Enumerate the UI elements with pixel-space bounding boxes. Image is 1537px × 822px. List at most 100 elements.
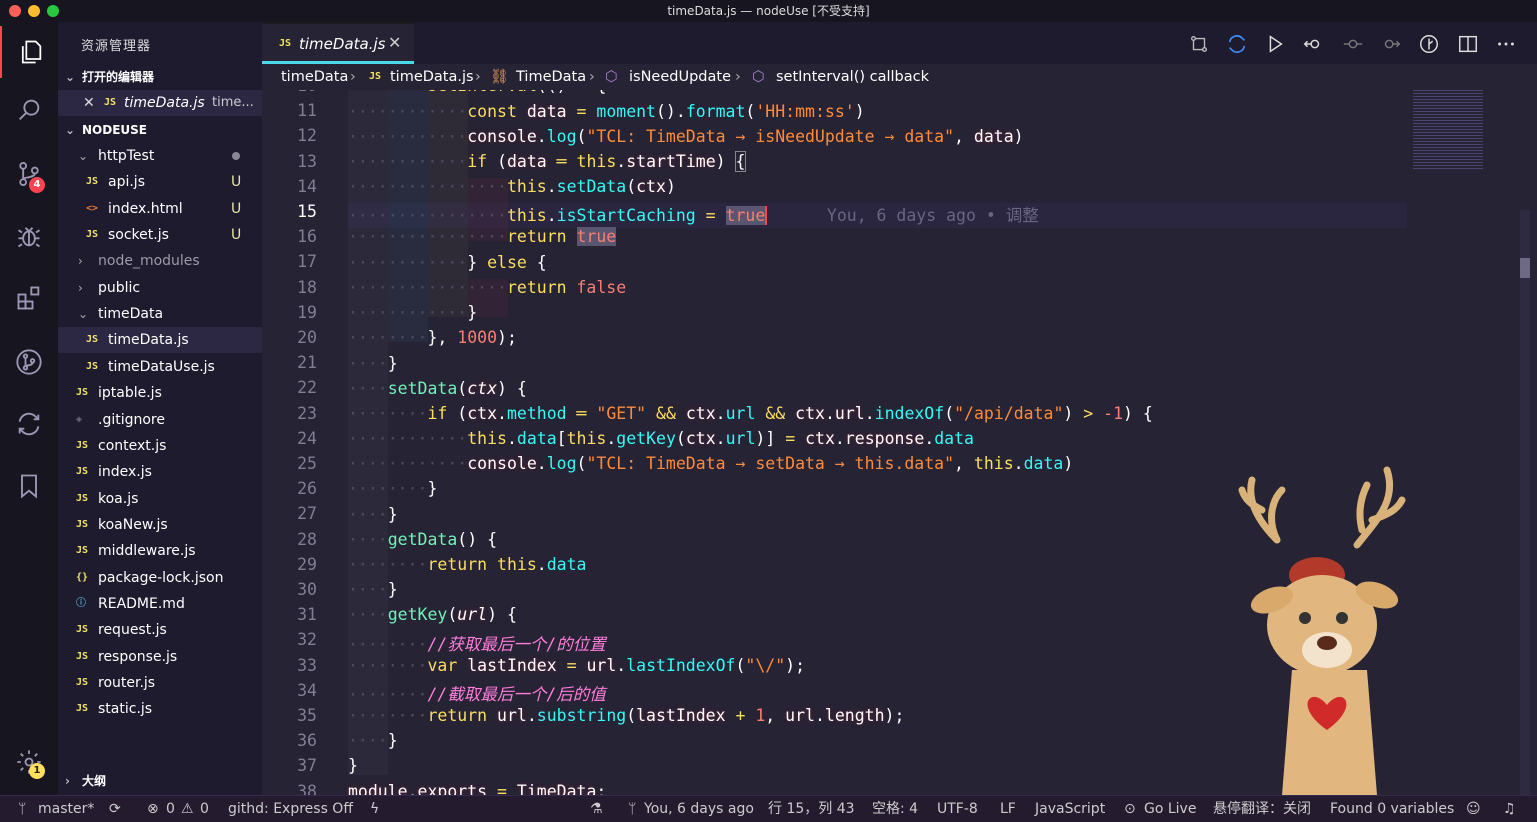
encoding[interactable]: UTF-8 (937, 796, 978, 822)
scrollbar-thumb[interactable] (1520, 258, 1530, 278)
status-bar: ᛘ master* ⟳ ⊗ 0 ⚠ 0 githd: Express Off ϟ… (0, 795, 1537, 822)
split-editor-icon[interactable] (1457, 33, 1479, 55)
sync-icon[interactable] (1226, 33, 1248, 55)
folder-item[interactable]: ⌄ timeData (58, 301, 262, 327)
notifications-bell-icon[interactable]: ♫ (1503, 796, 1516, 822)
code-line: ········//截取最后一个/后的值 (348, 685, 606, 704)
search-icon[interactable] (0, 84, 58, 136)
code-line: ····getData() { (348, 530, 498, 549)
open-editors-section[interactable]: ⌄ 打开的编辑器 (58, 64, 262, 90)
file-item[interactable]: JS koaNew.js (58, 512, 262, 538)
line-number: 21 (297, 353, 317, 372)
previous-change-icon[interactable] (1342, 33, 1364, 55)
git-graph-icon[interactable] (0, 336, 58, 388)
line-number: 20 (297, 328, 317, 347)
close-tab-icon[interactable]: ✕ (388, 33, 401, 52)
code-line: ····setData(ctx) { (348, 379, 527, 398)
sync-changes-icon[interactable]: ⟳ (109, 796, 121, 822)
feedback-smiley-icon[interactable]: ☺ (1466, 796, 1481, 822)
file-item[interactable]: JS router.js (58, 670, 262, 696)
indentation[interactable]: 空格: 4 (872, 796, 918, 822)
line-number: 24 (297, 429, 317, 448)
go-back-icon[interactable] (1302, 33, 1324, 55)
file-item[interactable]: JS timeDataUse.js (58, 354, 262, 380)
file-item[interactable]: JS socket.js U (58, 222, 262, 248)
close-editor-icon[interactable]: ✕ (83, 90, 95, 116)
compare-changes-icon[interactable] (1188, 33, 1210, 55)
code-line: ····} (348, 731, 398, 750)
cursor-position[interactable]: 行 15，列 43 (768, 796, 855, 822)
file-item[interactable]: JS iptable.js (58, 380, 262, 406)
file-item[interactable]: JS timeData.js (58, 327, 262, 353)
githd-status[interactable]: githd: Express Off (228, 796, 353, 822)
end-of-line[interactable]: LF (1000, 796, 1016, 822)
settings-gear-icon[interactable]: 1 (0, 736, 58, 788)
breadcrumb-callback[interactable]: setInterval() callback (776, 64, 929, 90)
breadcrumb-class[interactable]: TimeData (516, 64, 586, 90)
file-item[interactable]: JS api.js U (58, 169, 262, 195)
go-forward-icon[interactable] (1380, 33, 1402, 55)
open-editor-item[interactable]: ✕ JS timeData.js time... (58, 90, 262, 116)
lightning-icon[interactable]: ϟ (370, 796, 379, 822)
file-item[interactable]: JS koa.js (58, 486, 262, 512)
go-live-button[interactable]: Go Live (1144, 796, 1196, 822)
breadcrumb-folder[interactable]: timeData (281, 64, 348, 90)
timeline-icon[interactable] (1418, 33, 1440, 55)
file-item[interactable]: JS context.js (58, 433, 262, 459)
code-line: ········setInterval(() → { (348, 90, 606, 95)
folder-item[interactable]: ⌄ httpTest (58, 143, 262, 169)
chevron-right-icon: › (589, 69, 595, 85)
class-icon: ⛓ (490, 69, 509, 85)
source-control-icon[interactable]: 4 (0, 148, 58, 200)
more-actions-icon[interactable] (1495, 33, 1517, 55)
bookmark-icon[interactable] (0, 460, 58, 512)
workspace-section[interactable]: ⌄ NODEUSE (58, 117, 262, 143)
js-file-icon: JS (86, 361, 99, 372)
file-item[interactable]: <> index.html U (58, 196, 262, 222)
git-branch-icon: ᛘ (18, 801, 27, 817)
code-editor[interactable]: 10 11 12 13 14 15 16 17 18 19 20 21 22 23 24 25 26 27 28 29… (262, 90, 1407, 795)
branch-indicator[interactable]: master* (38, 796, 94, 822)
live-share-icon[interactable]: ⚗ (590, 796, 603, 822)
warning-count[interactable]: 0 (200, 796, 209, 822)
minimize-window-button[interactable] (28, 5, 40, 17)
file-item[interactable]: JS static.js (58, 696, 262, 722)
js-file-icon: JS (76, 677, 89, 688)
file-item[interactable]: ◈ .gitignore (58, 407, 262, 433)
line-number: 32 (297, 630, 317, 649)
explorer-icon[interactable] (0, 26, 60, 78)
tab-timedata-js[interactable]: JS timeData.js ✕ (262, 22, 414, 64)
maximize-window-button[interactable] (47, 5, 59, 17)
js-file-icon: JS (369, 71, 382, 82)
variables-status[interactable]: Found 0 variables (1330, 796, 1454, 822)
folder-item[interactable]: › node_modules (58, 248, 262, 274)
breadcrumb-file[interactable]: timeData.js (390, 64, 474, 90)
error-count[interactable]: 0 (166, 796, 175, 822)
file-item[interactable]: JS response.js (58, 644, 262, 670)
js-file-icon: JS (86, 176, 99, 187)
file-item[interactable]: JS request.js (58, 617, 262, 643)
run-icon[interactable] (1264, 33, 1286, 55)
breadcrumb-method[interactable]: isNeedUpdate (629, 64, 731, 90)
folder-item[interactable]: › public (58, 275, 262, 301)
js-file-icon: JS (76, 519, 89, 530)
code-line: ········return url.substring(lastIndex +… (348, 706, 905, 725)
outline-section[interactable]: › 大纲 (58, 768, 262, 794)
file-item[interactable]: JS index.js (58, 459, 262, 485)
js-file-icon: JS (76, 651, 89, 662)
scrollbar-track[interactable] (1520, 210, 1530, 795)
extensions-icon[interactable] (0, 272, 58, 324)
debug-icon[interactable] (0, 210, 58, 262)
language-mode[interactable]: JavaScript (1035, 796, 1105, 822)
minimap[interactable] (1407, 90, 1537, 795)
chevron-right-icon: › (735, 69, 741, 85)
code-line: ····} (348, 354, 398, 373)
blame-status[interactable]: You, 6 days ago (644, 796, 754, 822)
close-window-button[interactable] (9, 5, 21, 17)
file-item[interactable]: ⓘ README.md (58, 591, 262, 617)
file-item[interactable]: {} package-lock.json (58, 565, 262, 591)
file-item[interactable]: JS middleware.js (58, 538, 262, 564)
js-file-icon: JS (76, 440, 89, 451)
remote-sync-icon[interactable] (0, 398, 58, 450)
hover-translate-status[interactable]: 悬停翻译：关闭 (1213, 796, 1311, 822)
